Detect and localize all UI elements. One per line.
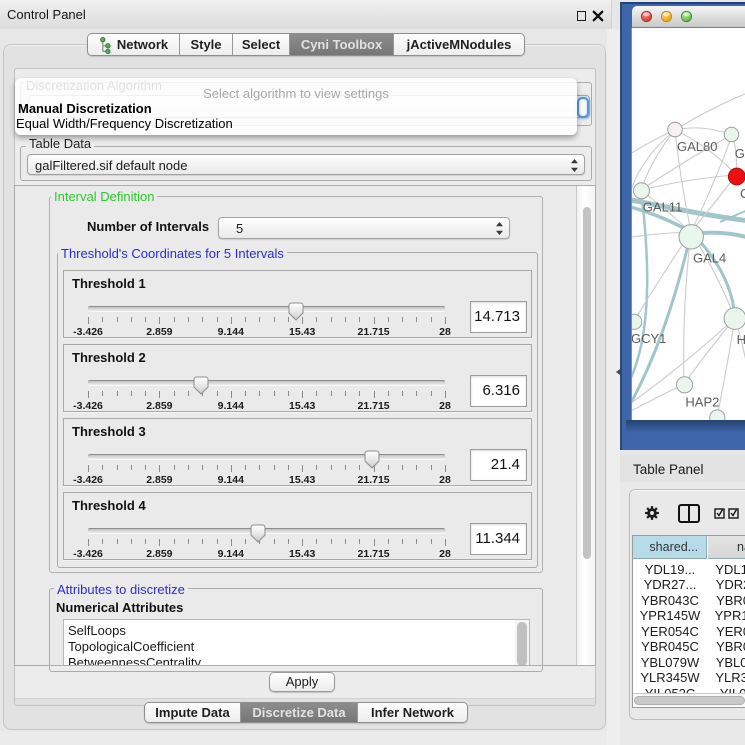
svg-text:GA: GA <box>735 146 745 161</box>
svg-text:C: C <box>740 186 745 201</box>
svg-text:GAL80: GAL80 <box>677 139 717 154</box>
svg-text:GAL4: GAL4 <box>693 251 726 266</box>
svg-text:H: H <box>737 332 745 347</box>
svg-text:GCY1: GCY1 <box>632 331 666 346</box>
svg-text:GAL11: GAL11 <box>643 200 683 215</box>
svg-text:HAP2: HAP2 <box>685 395 719 410</box>
